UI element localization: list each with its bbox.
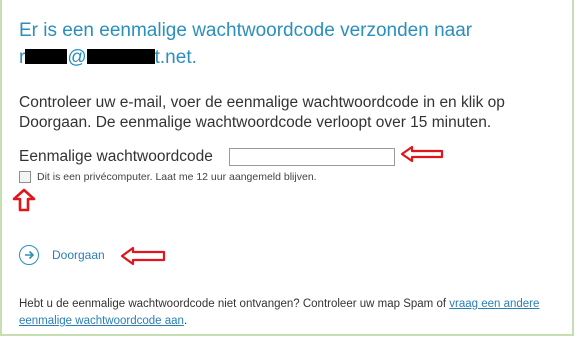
annotation-arrow-left-icon xyxy=(400,145,444,163)
email-end: t.net. xyxy=(154,47,197,68)
redacted-email: r @ t.net. xyxy=(19,45,559,70)
arrow-right-circle-icon xyxy=(19,245,39,265)
annotation-arrow-left-icon xyxy=(120,246,166,266)
otp-input[interactable] xyxy=(228,148,395,166)
annotation-arrow-up-icon xyxy=(12,188,36,212)
remember-me-label: Dit is een privécomputer. Laat me 12 uur… xyxy=(37,171,317,183)
resend-help-text: Hebt u de eenmalige wachtwoordcode niet … xyxy=(19,296,564,330)
remember-me-checkbox[interactable] xyxy=(19,171,31,183)
resend-help-prefix: Hebt u de eenmalige wachtwoordcode niet … xyxy=(19,298,450,310)
redaction-bar xyxy=(25,49,68,64)
instructions-text: Controleer uw e-mail, voer de eenmalige … xyxy=(19,94,505,131)
page-title: Er is een eenmalige wachtwoordcode verzo… xyxy=(19,18,559,70)
title-line1: Er is een eenmalige wachtwoordcode verzo… xyxy=(19,20,473,41)
continue-button[interactable]: Doorgaan xyxy=(19,245,105,265)
otp-label: Eenmalige wachtwoordcode xyxy=(19,148,213,165)
email-at: @ xyxy=(67,47,87,68)
otp-row: Eenmalige wachtwoordcode xyxy=(19,145,395,169)
remember-me-row: Dit is een privécomputer. Laat me 12 uur… xyxy=(19,171,317,183)
redaction-bar xyxy=(86,49,155,64)
continue-label: Doorgaan xyxy=(52,248,105,262)
resend-help-suffix: . xyxy=(183,315,188,327)
